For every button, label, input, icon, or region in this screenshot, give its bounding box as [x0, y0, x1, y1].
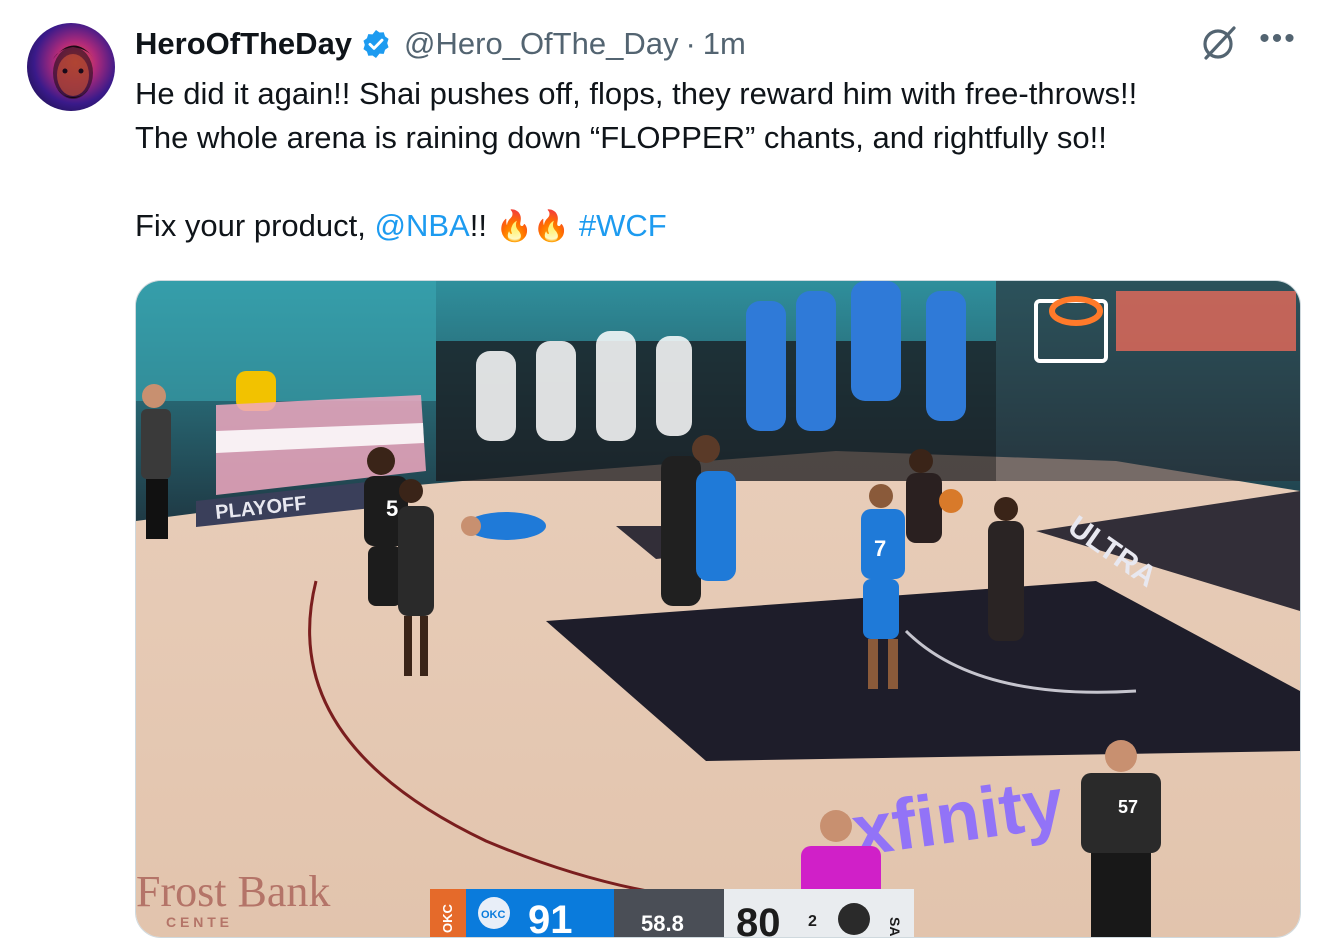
tweet-line-3-prefix: Fix your product, [135, 208, 375, 243]
tweet-header: HeroOfTheDay @Hero_OfThe_Day · 1m [135, 24, 746, 64]
mention-link[interactable]: @NBA [374, 208, 469, 243]
tweet-line-3-after: !! [469, 208, 496, 243]
tweet-line-2: The whole arena is raining down “FLOPPER… [135, 120, 1107, 155]
more-options-icon[interactable]: ••• [1258, 24, 1298, 64]
header-separator: · [685, 26, 696, 61]
display-name[interactable]: HeroOfTheDay [135, 26, 352, 62]
hashtag-link[interactable]: #WCF [579, 208, 667, 243]
tweet-line-3: Fix your product, @NBA!! 🔥🔥 #WCF [135, 204, 1137, 249]
tweet-media[interactable]: PLAYOFF ULTRA xfinity 7 5 57 Frost Bank … [135, 280, 1301, 938]
tweet-timestamp[interactable]: 1m [703, 26, 746, 62]
okc-jersey-number: 7 [874, 536, 886, 561]
home-score: 91 [528, 898, 573, 937]
tweet: HeroOfTheDay @Hero_OfThe_Day · 1m ••• He… [0, 0, 1334, 948]
avatar[interactable] [27, 23, 115, 111]
author-handle[interactable]: @Hero_OfThe_Day [404, 26, 678, 62]
spurs-jersey-number: 5 [386, 496, 398, 521]
venue-sub-text: C E N T E [166, 914, 229, 930]
fire-emoji-icon: 🔥🔥 [495, 209, 571, 244]
home-team-label: OKC [440, 904, 455, 934]
basketball-game-image: PLAYOFF ULTRA xfinity 7 5 57 Frost Bank … [136, 281, 1300, 937]
referee-badge-number: 57 [1118, 797, 1138, 817]
venue-text: Frost Bank [136, 867, 330, 916]
verified-badge-icon[interactable] [360, 28, 392, 60]
quarter-indicator: 2 [808, 913, 817, 930]
scoreboard: OKC OKC 91 58.8 80 2 SA [430, 889, 914, 937]
away-team-label: SA [887, 917, 903, 936]
avatar-portrait-icon [53, 45, 93, 99]
away-score: 80 [736, 901, 781, 937]
tweet-text: He did it again!! Shai pushes off, flops… [135, 72, 1137, 249]
grok-icon[interactable] [1198, 22, 1240, 64]
tweet-line-1: He did it again!! Shai pushes off, flops… [135, 76, 1138, 111]
game-clock: 58.8 [641, 911, 684, 936]
home-team-logo-text: OKC [481, 909, 506, 921]
